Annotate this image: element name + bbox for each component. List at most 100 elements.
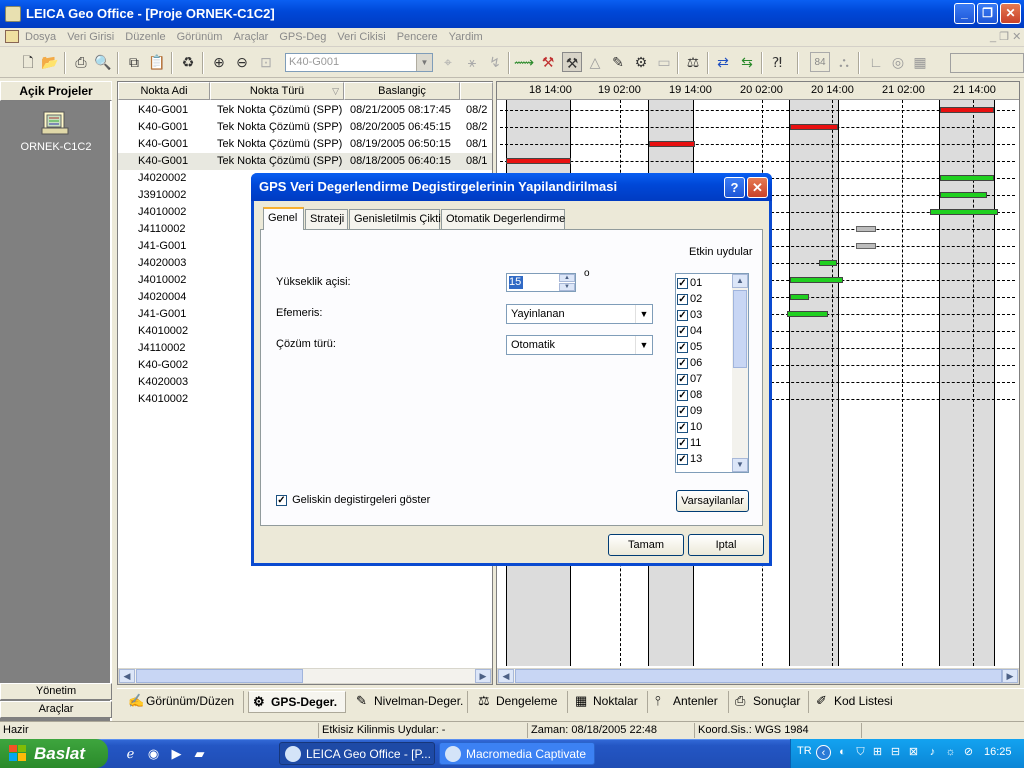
network-icon[interactable]: ⊞ <box>870 745 885 760</box>
network-icon-3[interactable]: ⊠ <box>906 745 921 760</box>
checkbox-checked-icon[interactable]: ✓ <box>677 437 688 449</box>
satellite-item[interactable]: ✓ 02 <box>677 291 702 307</box>
menu-dosya[interactable]: Dosya <box>25 31 56 43</box>
scroll-thumb[interactable] <box>515 669 1002 683</box>
observation-bar[interactable] <box>790 277 843 283</box>
column-header-bitis[interactable] <box>460 82 493 100</box>
ok-button[interactable]: Tamam <box>608 534 684 556</box>
observation-bar[interactable] <box>790 294 809 300</box>
open-folder-icon[interactable]: 📂 <box>40 52 60 72</box>
araclar-button[interactable]: Araçlar <box>0 701 112 718</box>
tray-expand-icon[interactable]: ‹ <box>816 745 831 760</box>
table-row[interactable]: K40-G001 Tek Nokta Çözümü (SPP) 08/18/2005… <box>118 153 492 170</box>
tab-otomatik-degerlendirme[interactable]: Otomatik Degerlendirme <box>441 209 565 229</box>
column-header-baslangic[interactable]: Baslangiç <box>344 82 460 100</box>
observation-bar[interactable] <box>819 260 837 266</box>
help-icon[interactable]: ⁈ <box>767 52 787 72</box>
checkbox-checked-icon[interactable]: ✓ <box>276 494 287 506</box>
satellite-item[interactable]: ✓ 01 <box>677 275 702 291</box>
checkbox-checked-icon[interactable]: ✓ <box>677 421 688 433</box>
settings-icon[interactable]: ⚙ <box>631 52 651 72</box>
satellite-item[interactable]: ✓ 06 <box>677 355 702 371</box>
tab-kod-listesi[interactable]: ✐ Kod Listesi <box>812 691 900 713</box>
satellite-item[interactable]: ✓ 13 <box>677 451 702 467</box>
grid-icon[interactable]: ▦ <box>910 52 930 72</box>
point-selector-combo[interactable]: K40-G001 ▼ <box>285 53 433 72</box>
scroll-thumb[interactable] <box>136 669 303 683</box>
scroll-right-icon[interactable]: ▶ <box>475 669 491 683</box>
satellite-item[interactable]: ✓ 10 <box>677 419 702 435</box>
copy-icon[interactable]: ⧉ <box>124 52 144 72</box>
advanced-params-checkbox[interactable]: ✓ Geliskin degistirgeleri göster <box>276 494 430 506</box>
security-shield-icon[interactable]: ⛉ <box>853 745 868 760</box>
tab-dengeleme[interactable]: ⚖ Dengeleme <box>474 691 568 713</box>
taskbar-item-captivate[interactable]: Macromedia Captivate <box>439 742 595 765</box>
tab-strateji[interactable]: Strateji <box>305 209 348 229</box>
tab-gps-deger[interactable]: ⚙ GPS-Deger. <box>248 691 346 713</box>
angle-icon[interactable]: ∟ <box>866 52 886 72</box>
defaults-button[interactable]: Varsayilanlar <box>676 490 749 512</box>
tab-antenler[interactable]: ⫯ Antenler <box>651 691 729 713</box>
process-icon[interactable]: ⚒ <box>538 52 558 72</box>
tab-genisletilmis-cikti[interactable]: Genisletilmis Çikti <box>349 209 441 229</box>
satellite-item[interactable]: ✓ 03 <box>677 307 702 323</box>
tool-icon[interactable]: ↯ <box>485 52 505 72</box>
satellite-item[interactable]: ✓ 08 <box>677 387 702 403</box>
tab-gorunum-duzen[interactable]: ✍ Görünüm/Düzen <box>124 691 244 713</box>
observation-bar[interactable] <box>940 107 994 113</box>
tray-icon[interactable]: ☼ <box>943 745 958 760</box>
spin-up-icon[interactable]: ▲ <box>559 274 575 282</box>
volume-icon[interactable]: ♪ <box>925 745 940 760</box>
menu-veri-girisi[interactable]: Veri Girisi <box>67 31 114 43</box>
checkbox-checked-icon[interactable]: ✓ <box>677 293 688 305</box>
satellite-item[interactable]: ✓ 07 <box>677 371 702 387</box>
tab-sonuclar[interactable]: ⎙ Sonuçlar <box>731 691 809 713</box>
project-folder-icon[interactable] <box>41 108 71 136</box>
observation-bar[interactable] <box>940 192 987 198</box>
zoom-in-icon[interactable]: ⊕ <box>209 52 229 72</box>
import-icon[interactable]: ⇄ <box>713 52 733 72</box>
cancel-button[interactable]: Iptal <box>688 534 764 556</box>
baseline-icon[interactable]: ⟿ <box>514 52 534 72</box>
satellite-list-scrollbar[interactable]: ▲ ▼ <box>732 274 748 472</box>
satellite-item[interactable]: ✓ 09 <box>677 403 702 419</box>
observation-bar[interactable] <box>506 158 571 164</box>
measure-icon[interactable]: ⚹ <box>462 52 482 72</box>
solution-type-select[interactable]: Otomatik ▼ <box>506 335 653 355</box>
column-header-nokta-adi[interactable]: Nokta Adi <box>118 82 210 100</box>
table-row[interactable]: K40-G001 Tek Nokta Çözümü (SPP) 08/20/2005… <box>118 119 492 136</box>
chevron-down-icon[interactable]: ▼ <box>635 336 652 354</box>
observation-bar[interactable] <box>787 311 828 317</box>
observation-bar[interactable] <box>856 226 876 232</box>
folder-icon[interactable]: ▰ <box>191 745 208 762</box>
column-header-nokta-turu[interactable]: Nokta Türü ▽ <box>210 82 344 100</box>
menu-gorunum[interactable]: Görünüm <box>177 31 223 43</box>
network-icon-2[interactable]: ⊟ <box>888 745 903 760</box>
checkbox-checked-icon[interactable]: ✓ <box>677 405 688 417</box>
refresh-icon[interactable]: ♻ <box>178 52 198 72</box>
ie-icon[interactable]: ℯ <box>122 745 139 762</box>
satellite-item[interactable]: ✓ 05 <box>677 339 702 355</box>
sats-icon[interactable]: 84 <box>810 52 830 72</box>
language-indicator[interactable]: TR <box>797 745 812 757</box>
tab-nivelman-deger[interactable]: ✎ Nivelman-Deger. <box>352 691 468 713</box>
scroll-right-icon[interactable]: ▶ <box>1002 669 1018 683</box>
scroll-up-icon[interactable]: ▲ <box>732 274 748 288</box>
paste-icon[interactable]: 📋 <box>147 52 167 72</box>
window-icon[interactable]: ▭ <box>654 52 674 72</box>
scroll-left-icon[interactable]: ◀ <box>119 669 135 683</box>
observation-bar[interactable] <box>856 243 876 249</box>
table-hscroll[interactable]: ◀ ▶ <box>118 668 492 684</box>
process-active-icon[interactable]: ⚒ <box>562 52 582 72</box>
toolbar-field[interactable] <box>950 53 1024 73</box>
checkbox-checked-icon[interactable]: ✓ <box>677 309 688 321</box>
checkbox-checked-icon[interactable]: ✓ <box>677 325 688 337</box>
close-button[interactable]: ✕ <box>1000 3 1021 24</box>
tray-icon-2[interactable]: ⊘ <box>961 745 976 760</box>
menu-araclar[interactable]: Araçlar <box>233 31 268 43</box>
browser-icon[interactable]: ◉ <box>145 745 162 762</box>
scroll-down-icon[interactable]: ▼ <box>732 458 748 472</box>
elevation-angle-spinner[interactable]: 15 ▲ ▼ <box>506 273 576 292</box>
observation-bar[interactable] <box>790 124 838 130</box>
antenna-icon[interactable]: ⛬ <box>834 52 854 72</box>
